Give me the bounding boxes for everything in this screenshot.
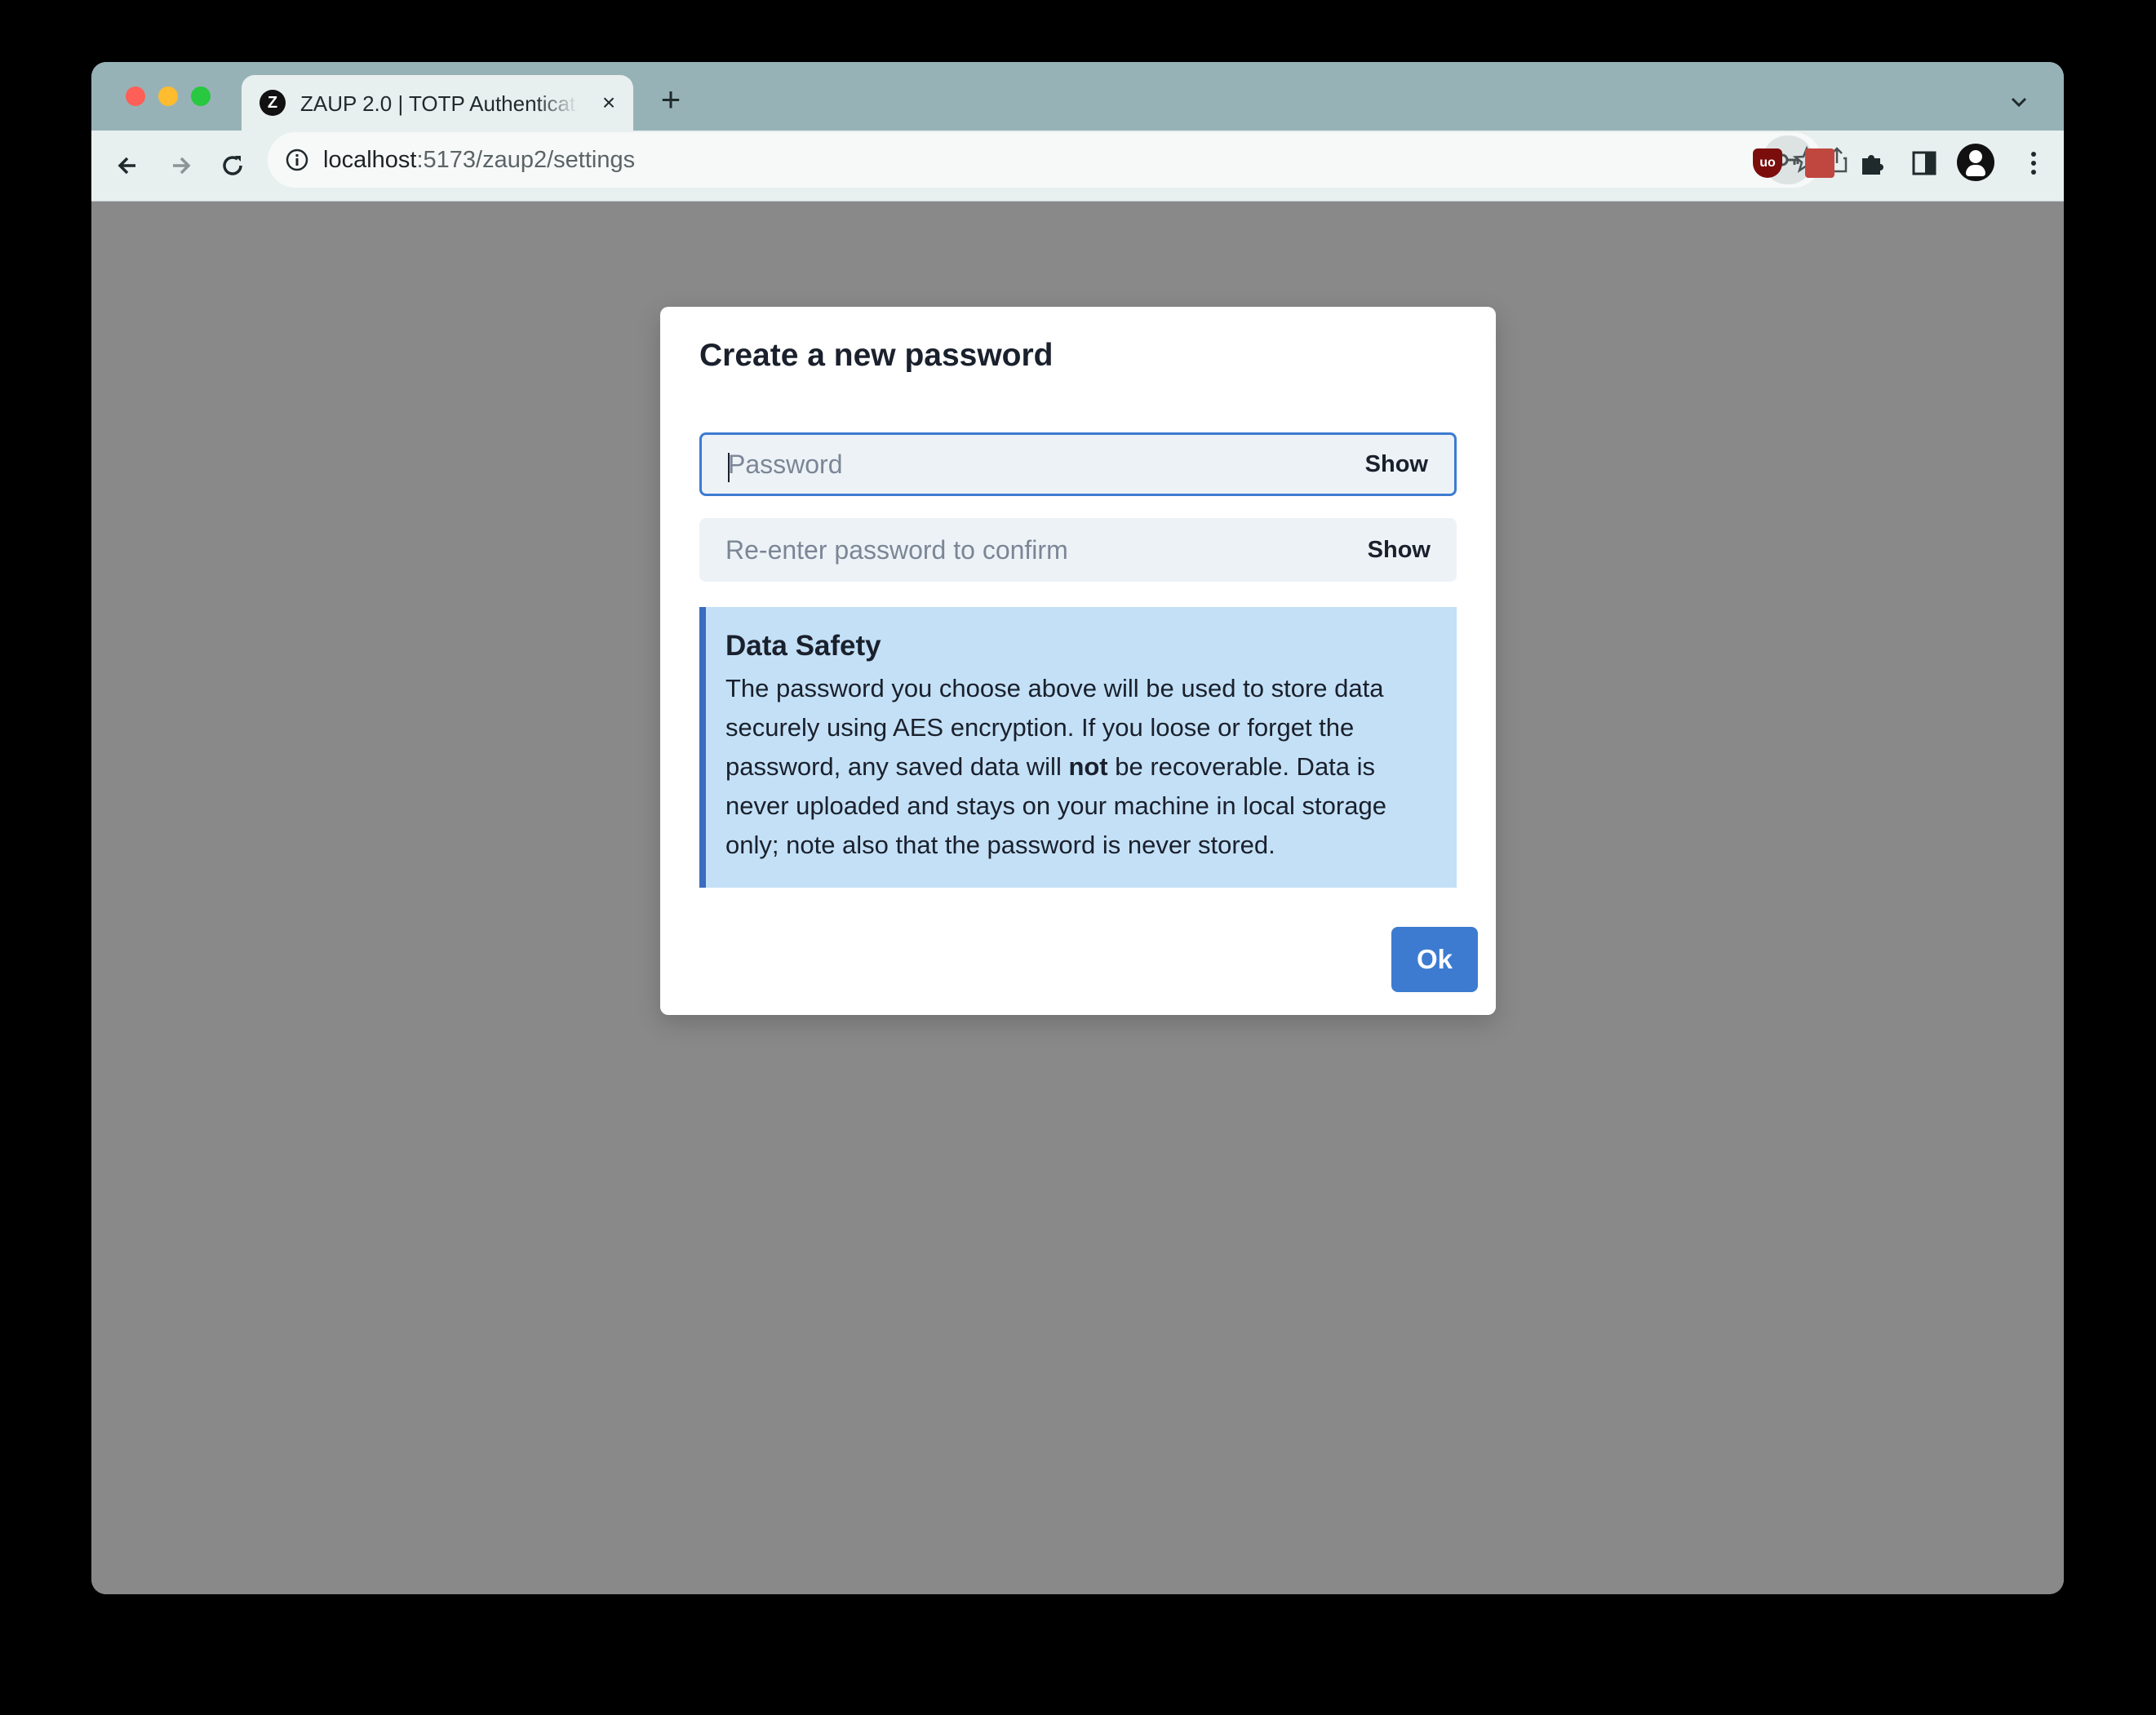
alert-body-emphasis: not — [1068, 752, 1108, 781]
info-icon[interactable] — [284, 147, 310, 173]
confirm-password-input[interactable] — [725, 518, 1297, 582]
url-host: localhost — [323, 147, 417, 173]
chevron-down-icon[interactable] — [2007, 90, 2031, 114]
minimize-window-button[interactable] — [158, 86, 178, 106]
password-field: Show — [699, 432, 1457, 496]
zaup-logo-icon: Z — [260, 90, 286, 116]
show-confirm-password-button[interactable]: Show — [1368, 518, 1431, 582]
modal-overlay: Create a new password Show Show Data Saf… — [91, 202, 2064, 1594]
back-icon[interactable] — [111, 148, 145, 183]
menu-icon[interactable] — [2025, 148, 2042, 178]
text-caret — [728, 453, 730, 482]
data-safety-alert: Data Safety The password you choose abov… — [699, 607, 1457, 888]
profile-icon[interactable] — [1957, 144, 1994, 181]
tab-title: ZAUP 2.0 | TOTP Authentication — [300, 91, 578, 116]
extension-icon[interactable] — [1805, 148, 1834, 178]
confirm-password-field: Show — [699, 518, 1457, 582]
close-window-button[interactable] — [126, 86, 145, 106]
ublock-icon[interactable]: uo — [1753, 148, 1782, 178]
forward-icon[interactable] — [163, 148, 197, 183]
puzzle-icon[interactable] — [1857, 148, 1887, 178]
tab-active[interactable]: Z ZAUP 2.0 | TOTP Authentication × — [242, 75, 633, 131]
sidepanel-icon[interactable] — [1910, 148, 1939, 178]
dialog-title: Create a new password — [699, 338, 1054, 373]
alert-title: Data Safety — [725, 630, 881, 662]
address-bar[interactable]: localhost:5173/zaup2/settings — [268, 132, 1848, 188]
tab-bar: Z ZAUP 2.0 | TOTP Authentication × + — [91, 62, 2064, 131]
reload-icon[interactable] — [215, 148, 250, 183]
url-path: :5173/zaup2/settings — [416, 147, 636, 173]
create-password-dialog: Create a new password Show Show Data Saf… — [660, 307, 1496, 1015]
show-password-button[interactable]: Show — [1365, 435, 1428, 494]
new-tab-button[interactable]: + — [654, 82, 687, 117]
url-text: localhost:5173/zaup2/settings — [323, 144, 635, 176]
ok-button[interactable]: Ok — [1391, 927, 1478, 992]
browser-window: Z ZAUP 2.0 | TOTP Authentication × + loc… — [91, 62, 2064, 1594]
password-input[interactable] — [728, 435, 1299, 494]
tab-close-icon[interactable]: × — [596, 90, 622, 116]
alert-body: The password you choose above will be us… — [725, 669, 1437, 865]
zoom-window-button[interactable] — [191, 86, 211, 106]
